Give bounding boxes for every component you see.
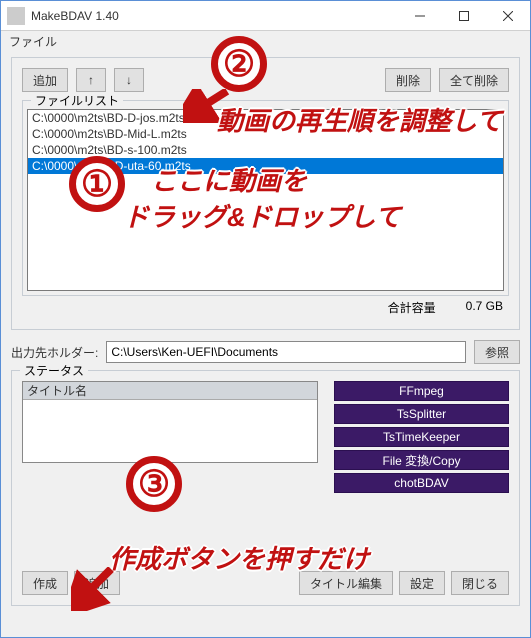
filelist-listbox[interactable]: C:\0000\m2ts\BD-D-jos.m2ts C:\0000\m2ts\…	[27, 109, 504, 291]
close-app-button[interactable]: 閉じる	[451, 571, 509, 595]
app-icon	[7, 7, 25, 25]
stage-ffmpeg: FFmpeg	[334, 381, 509, 401]
filelist-legend: ファイルリスト	[31, 92, 123, 109]
list-item[interactable]: C:\0000\m2ts\BD-D-jos.m2ts	[28, 110, 503, 126]
output-path-input[interactable]	[106, 341, 466, 363]
move-up-button[interactable]: ↑	[76, 68, 106, 92]
status-section: ステータス タイトル名 FFmpeg TsSplitter TsTimeKeep…	[11, 370, 520, 606]
maximize-button[interactable]	[442, 1, 486, 31]
stage-fileconvert: File 変換/Copy	[334, 450, 509, 470]
minimize-button[interactable]	[398, 1, 442, 31]
titlebar: MakeBDAV 1.40	[1, 1, 530, 31]
app-window: MakeBDAV 1.40 ファイル 追加 ↑ ↓ 削除 全て削除 ファイルリ	[0, 0, 531, 638]
add-file-button[interactable]: 追加	[22, 68, 68, 92]
add-title-button[interactable]: 追加	[74, 571, 120, 595]
filelist-section: 追加 ↑ ↓ 削除 全て削除 ファイルリスト C:\0000\m2ts\BD-D…	[11, 57, 520, 330]
output-row: 出力先ホルダー: 参照	[11, 340, 520, 364]
stage-list: FFmpeg TsSplitter TsTimeKeeper File 変換/C…	[334, 381, 509, 541]
maximize-icon	[459, 11, 469, 21]
title-table: タイトル名	[22, 381, 318, 463]
title-column-header[interactable]: タイトル名	[23, 382, 317, 400]
stage-chotbdav: chotBDAV	[334, 473, 509, 493]
stage-tssplitter: TsSplitter	[334, 404, 509, 424]
menu-file[interactable]: ファイル	[9, 35, 57, 49]
create-button[interactable]: 作成	[22, 571, 68, 595]
output-label: 出力先ホルダー:	[11, 344, 98, 361]
delete-button[interactable]: 削除	[385, 68, 431, 92]
browse-button[interactable]: 参照	[474, 340, 520, 364]
status-legend: ステータス	[20, 362, 88, 379]
filelist-group: ファイルリスト C:\0000\m2ts\BD-D-jos.m2ts C:\00…	[22, 100, 509, 296]
title-edit-button[interactable]: タイトル編集	[299, 571, 393, 595]
total-size-value: 0.7 GB	[466, 299, 503, 316]
settings-button[interactable]: 設定	[399, 571, 445, 595]
close-button[interactable]	[486, 1, 530, 31]
stage-tstimekeeper: TsTimeKeeper	[334, 427, 509, 447]
list-item[interactable]: C:\0000\m2ts\BD-uta-60.m2ts	[28, 158, 503, 174]
list-item[interactable]: C:\0000\m2ts\BD-Mid-L.m2ts	[28, 126, 503, 142]
menubar: ファイル	[1, 31, 530, 51]
window-title: MakeBDAV 1.40	[31, 9, 398, 23]
move-down-button[interactable]: ↓	[114, 68, 144, 92]
minimize-icon	[415, 11, 425, 21]
total-size-label: 合計容量	[388, 299, 436, 316]
close-icon	[503, 11, 513, 21]
list-item[interactable]: C:\0000\m2ts\BD-s-100.m2ts	[28, 142, 503, 158]
delete-all-button[interactable]: 全て削除	[439, 68, 509, 92]
